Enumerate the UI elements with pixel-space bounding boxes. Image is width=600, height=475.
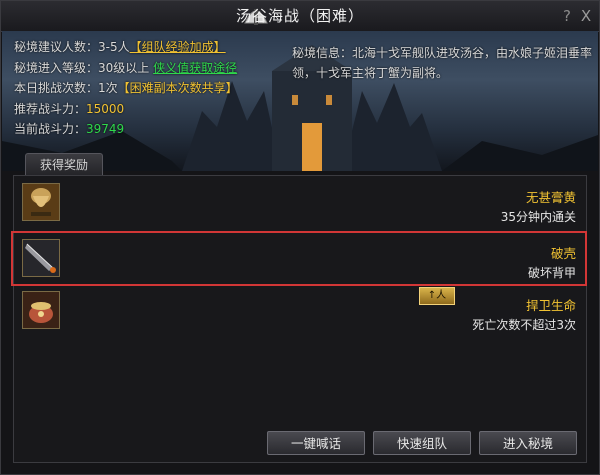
up-badge: ↑人: [419, 287, 455, 305]
hard-shared-link[interactable]: 【困难副本次数共享】: [118, 81, 238, 95]
challenges-row: 本日挑战次数：1次【困难副本次数共享】: [14, 81, 238, 95]
team-exp-bonus-link[interactable]: 【组队经验加成】: [130, 40, 226, 54]
hourglass-scroll-icon: [22, 183, 60, 221]
dungeon-description: 秘境信息：北海十戈军舰队进攻汤谷，由水娘子姬泪垂率领，十戈军主将丁蟹为副将。: [292, 46, 593, 80]
reward-condition: 死亡次数不超过3次: [472, 318, 576, 332]
current-power-row: 当前战斗力：39749: [14, 122, 125, 136]
shout-button[interactable]: 一键喊话: [267, 431, 365, 455]
level-row: 秘境进入等级：30级以上 侠义值获取途径: [14, 60, 238, 75]
help-button[interactable]: ?: [559, 7, 575, 25]
chivalry-source-link[interactable]: 侠义值获取途径: [153, 61, 237, 75]
reward-item[interactable]: 无甚膏黄 35分钟内通关: [14, 178, 586, 230]
dungeon-stats: 秘境建议人数：3-5人【组队经验加成】 秘境进入等级：30级以上 侠义值获取途径…: [14, 37, 284, 140]
tab-rewards[interactable]: 获得奖励: [25, 153, 103, 176]
dungeon-banner-image: 秘境建议人数：3-5人【组队经验加成】 秘境进入等级：30级以上 侠义值获取途径…: [2, 31, 598, 171]
title-bar: 汤谷海战（困难） ? X: [1, 1, 599, 32]
current-power-value: 39749: [86, 122, 125, 136]
reward-item[interactable]: 捍卫生命 死亡次数不超过3次: [14, 286, 586, 338]
quick-team-button[interactable]: 快速组队: [373, 431, 471, 455]
highlight-box: [11, 231, 587, 286]
reward-condition: 35分钟内通关: [500, 210, 576, 224]
reward-name: 捍卫生命: [525, 298, 576, 313]
recommended-power-value: 15000: [86, 101, 125, 116]
enter-dungeon-button[interactable]: 进入秘境: [479, 431, 577, 455]
reward-list: 无甚膏黄 35分钟内通关 破壳 破坏背甲 捍卫生命 死亡次数不超过3次 ↑人: [11, 175, 587, 463]
recommended-power-row: 推荐战斗力：15000: [14, 101, 125, 116]
dungeon-window: 汤谷海战（困难） ? X 秘境建议人数：3-5人【组队经验加成】 秘境进入等级：…: [0, 0, 600, 475]
close-button[interactable]: X: [577, 7, 595, 25]
window-title: 汤谷海战（困难）: [235, 7, 364, 25]
players-row: 秘境建议人数：3-5人【组队经验加成】: [14, 40, 226, 54]
reward-name: 无甚膏黄: [525, 190, 576, 205]
cauldron-icon: [22, 291, 60, 329]
